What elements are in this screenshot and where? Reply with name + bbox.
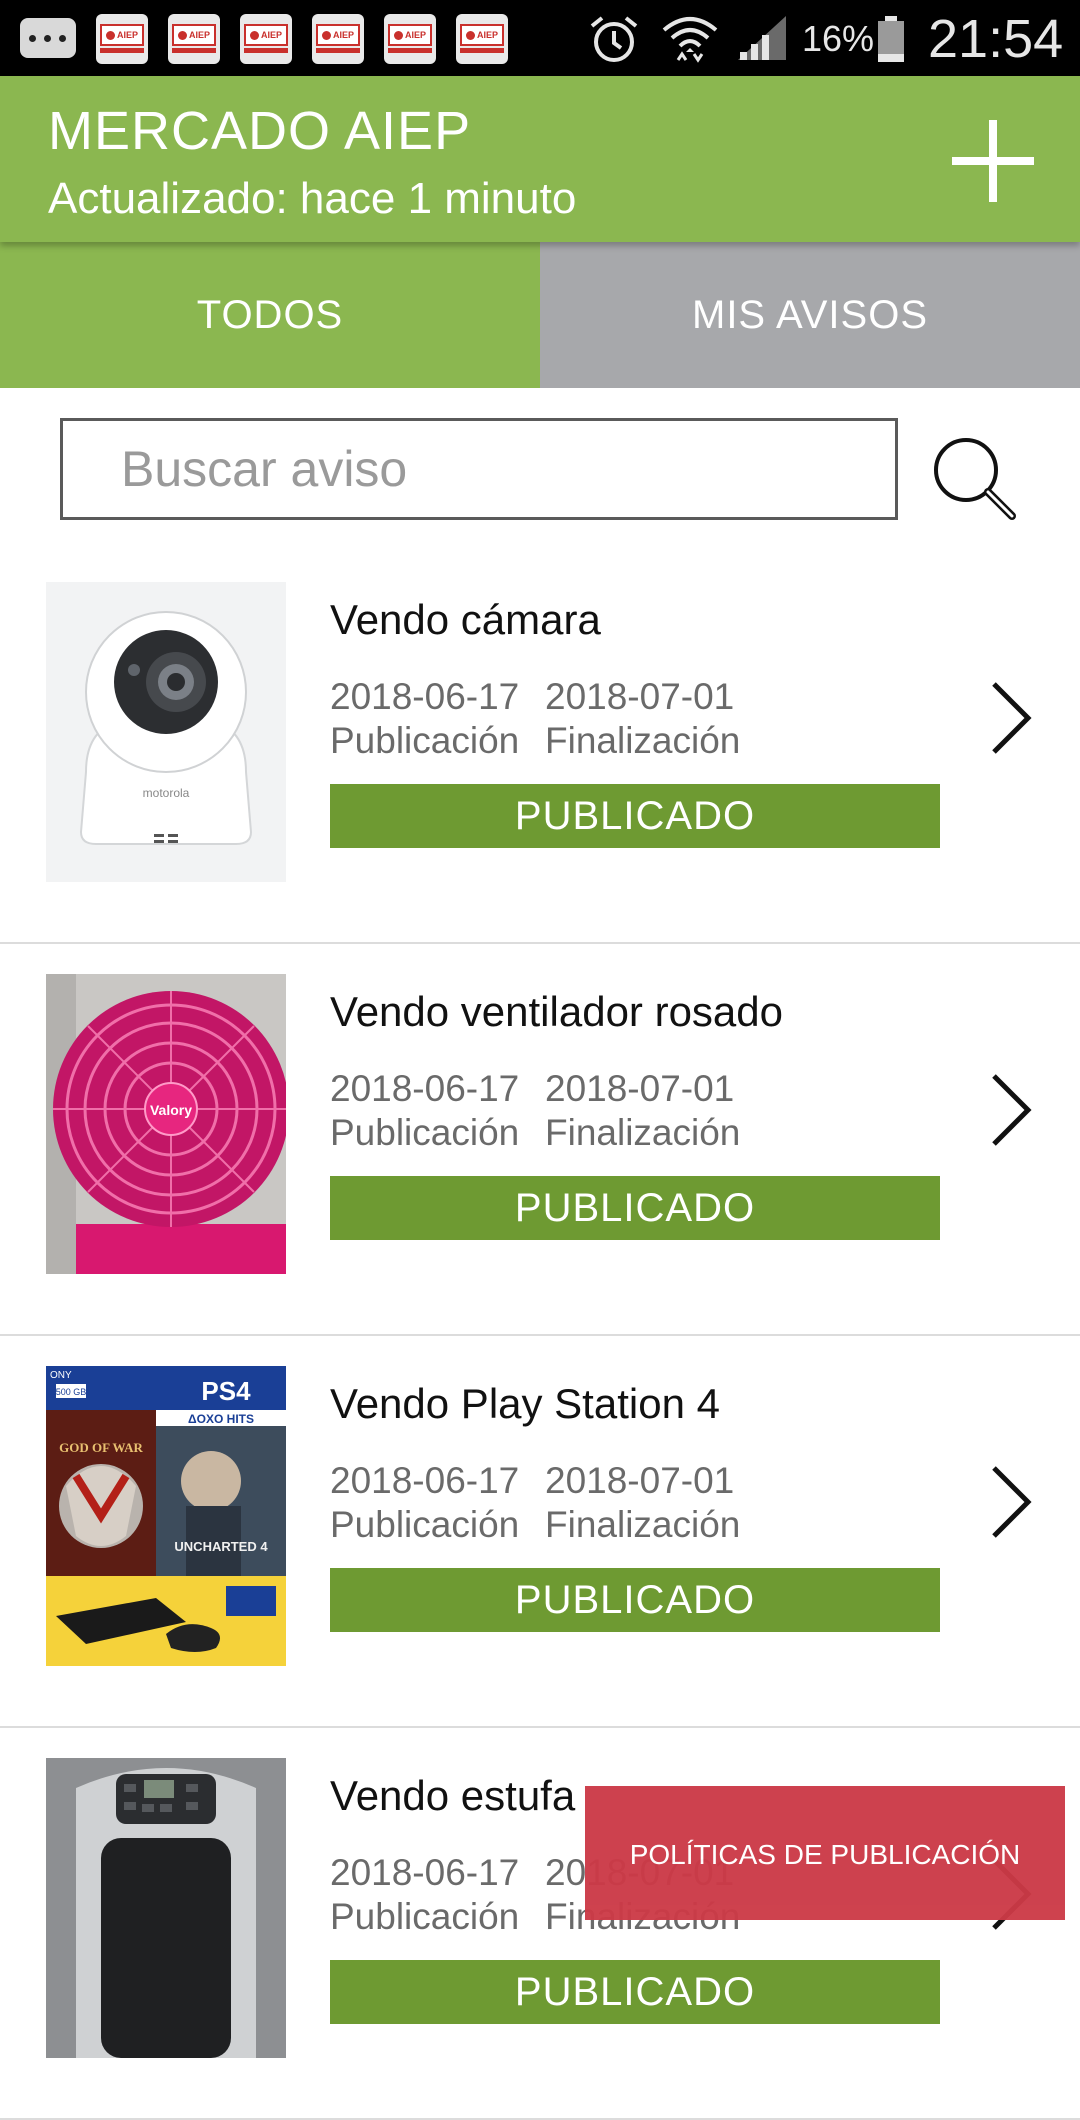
listing-title: Vendo Play Station 4	[330, 1380, 720, 1427]
listing-thumbnail-ps4: ONY 500 GB PS4 ΔOXO HITS GOD OF WAR UNCH…	[46, 1366, 286, 1666]
ps4-sony-text: ONY	[50, 1370, 72, 1381]
ps4-storage-text: 500 GB	[56, 1387, 87, 1397]
alarm-icon	[590, 16, 638, 62]
ps4-hits-text: ΔOXO HITS	[188, 1412, 254, 1426]
publication-date: 2018-06-17	[330, 1460, 520, 1501]
ps4-logo-text: PS4	[201, 1376, 251, 1406]
publication-label: Publicación	[330, 1896, 520, 1937]
status-badge: PUBLICADO	[330, 1568, 940, 1632]
notification-aiep-icon: AIEP	[312, 14, 364, 64]
end-date: 2018-07-01	[545, 676, 735, 717]
listing-item[interactable]: motorola Vendo cámara 2018-06-17 2018-07…	[0, 552, 1080, 944]
status-badge: PUBLICADO	[330, 784, 940, 848]
tab-label: MIS AVISOS	[692, 292, 928, 337]
publication-date: 2018-06-17	[330, 1068, 520, 1109]
tab-mis-avisos[interactable]: MIS AVISOS	[540, 242, 1080, 388]
chevron-right-icon[interactable]	[986, 1462, 1036, 1542]
app-title: MERCADO AIEP	[48, 101, 472, 161]
notification-aiep-icon: AIEP	[96, 14, 148, 64]
notification-aiep-icon: AIEP	[240, 14, 292, 64]
clock: 21:54	[928, 9, 1064, 69]
policies-label: POLÍTICAS DE PUBLICACIÓN	[629, 1839, 1021, 1870]
search-icon[interactable]	[928, 432, 1020, 524]
status-badge: PUBLICADO	[330, 1960, 940, 2024]
more-icon	[20, 18, 76, 58]
listing-item[interactable]: ONY 500 GB PS4 ΔOXO HITS GOD OF WAR UNCH…	[0, 1336, 1080, 1728]
signal-icon	[738, 16, 786, 60]
chevron-right-icon[interactable]	[986, 1070, 1036, 1150]
last-updated-label: Actualizado: hace 1 minuto	[48, 174, 577, 223]
wifi-icon	[662, 17, 718, 63]
fan-brand-text: Valory	[150, 1102, 192, 1118]
end-label: Finalización	[545, 1504, 741, 1545]
publication-policies-button[interactable]: POLÍTICAS DE PUBLICACIÓN	[585, 1786, 1065, 1920]
tab-label: TODOS	[196, 292, 344, 337]
end-date: 2018-07-01	[545, 1460, 735, 1501]
listing-thumbnail-camera: motorola	[46, 582, 286, 882]
publication-label: Publicación	[330, 1112, 520, 1153]
end-label: Finalización	[545, 1112, 741, 1153]
search-field[interactable]	[60, 418, 898, 520]
status-bar: AIEP AIEP AIEP AIEP AIEP AIEP 16% 21:54	[0, 0, 1080, 76]
chevron-right-icon[interactable]	[986, 678, 1036, 758]
listing-title: Vendo cámara	[330, 596, 601, 643]
notification-aiep-icon: AIEP	[384, 14, 436, 64]
listing-title: Vendo ventilador rosado	[330, 988, 783, 1035]
ps4-game2-text: UNCHARTED 4	[174, 1539, 268, 1554]
battery-percentage: 16%	[802, 18, 875, 59]
publication-date: 2018-06-17	[330, 676, 520, 717]
listing-item[interactable]: Valory Vendo ventilador rosado 2018-06-1…	[0, 944, 1080, 1336]
listing-title: Vendo estufa	[330, 1772, 576, 1819]
status-badge: PUBLICADO	[330, 1176, 940, 1240]
battery-icon	[878, 16, 904, 62]
publication-date: 2018-06-17	[330, 1852, 520, 1893]
ps4-game1-text: GOD OF WAR	[59, 1440, 143, 1455]
notification-aiep-icon: AIEP	[456, 14, 508, 64]
listing-thumbnail-fan: Valory	[46, 974, 286, 1274]
notification-aiep-icon: AIEP	[168, 14, 220, 64]
camera-brand-text: motorola	[143, 786, 190, 800]
add-listing-button[interactable]	[948, 116, 1038, 206]
search-input[interactable]	[63, 421, 895, 517]
publication-label: Publicación	[330, 1504, 520, 1545]
end-label: Finalización	[545, 720, 741, 761]
app-header: MERCADO AIEP Actualizado: hace 1 minuto	[0, 76, 1080, 242]
end-date: 2018-07-01	[545, 1068, 735, 1109]
listing-thumbnail-heater	[46, 1758, 286, 2058]
publication-label: Publicación	[330, 720, 520, 761]
tab-todos[interactable]: TODOS	[0, 242, 540, 388]
